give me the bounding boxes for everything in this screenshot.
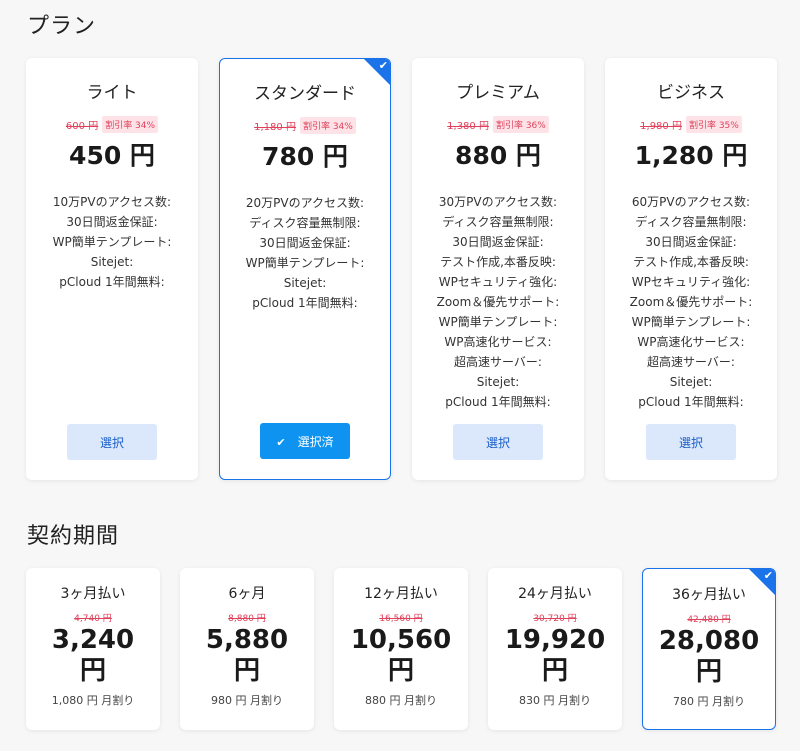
term-card-6-months[interactable]: 6ヶ月 8,880 円 5,880 円 980 円 月割り <box>180 568 314 730</box>
term-card-36-months[interactable]: ✔ 36ヶ月払い 42,480 円 28,080 円 780 円 月割り <box>642 568 776 730</box>
plan-price: 1,280 円 <box>634 141 748 170</box>
monthly-price: 780 円 月割り <box>673 695 745 708</box>
term-price: 3,240 <box>51 625 135 655</box>
feature-item: WP簡単テンプレート: <box>52 235 172 249</box>
feature-list: 60万PVのアクセス数: ディスク容量無制限: 30日間返金保証: テスト作成,… <box>605 192 777 412</box>
feature-item: 超高速サーバー: <box>454 355 542 369</box>
feature-item: テスト作成,本番反映: <box>633 255 749 269</box>
old-price: 42,480 円 <box>687 615 731 625</box>
old-price: 1,180 円 <box>254 121 296 133</box>
term-section-title: 契約期間 <box>27 524 120 549</box>
discount-badge: 割引率 36% <box>492 115 549 133</box>
monthly-price: 830 円 月割り <box>519 694 591 707</box>
yen-unit: 円 <box>79 656 106 686</box>
feature-item: WP高速化サービス: <box>637 335 745 349</box>
feature-item: Sitejet: <box>669 375 713 389</box>
term-name: 12ヶ月払い <box>364 586 438 602</box>
old-price: 16,560 円 <box>379 614 423 624</box>
select-button[interactable]: 選択 <box>67 424 157 460</box>
plan-card-standard[interactable]: ✔ スタンダード 1,180 円 割引率 34% 780 円 20万PVのアクセ… <box>219 58 391 480</box>
feature-item: ディスク容量無制限: <box>635 215 747 229</box>
feature-item: pCloud 1年間無料: <box>638 395 744 409</box>
old-price: 1,380 円 <box>447 120 489 132</box>
term-card-12-months[interactable]: 12ヶ月払い 16,560 円 10,560 円 880 円 月割り <box>334 568 468 730</box>
old-price: 1,980 円 <box>640 120 682 132</box>
term-price: 5,880 <box>205 625 289 655</box>
discount-badge: 割引率 34% <box>102 115 159 133</box>
feature-item: 20万PVのアクセス数: <box>245 196 365 210</box>
plan-card-business[interactable]: ビジネス 1,980 円 割引率 35% 1,280 円 60万PVのアクセス数… <box>605 58 777 480</box>
feature-item: WP高速化サービス: <box>444 335 552 349</box>
plan-card-premium[interactable]: プレミアム 1,380 円 割引率 36% 880 円 30万PVのアクセス数:… <box>412 58 584 480</box>
feature-item: テスト作成,本番反映: <box>440 255 556 269</box>
feature-item: WP簡単テンプレート: <box>438 315 558 329</box>
feature-item: 30日間返金保証: <box>66 215 158 229</box>
yen-unit: 円 <box>541 656 568 686</box>
feature-item: ディスク容量無制限: <box>249 216 361 230</box>
check-icon: ✔ <box>763 569 773 582</box>
plan-price: 880 円 <box>455 141 541 170</box>
feature-item: pCloud 1年間無料: <box>445 395 551 409</box>
discount-badge: 割引率 34% <box>299 116 356 134</box>
term-name: 6ヶ月 <box>228 586 266 602</box>
feature-item: 超高速サーバー: <box>647 355 735 369</box>
button-label: 選択済 <box>297 434 334 449</box>
feature-list: 10万PVのアクセス数: 30日間返金保証: WP簡単テンプレート: Sitej… <box>26 192 198 292</box>
yen-unit: 円 <box>233 656 260 686</box>
feature-item: WP簡単テンプレート: <box>631 315 751 329</box>
old-price: 600 円 <box>65 120 99 132</box>
discount-badge: 割引率 35% <box>685 115 742 133</box>
monthly-price: 880 円 月割り <box>365 694 437 707</box>
plan-price: 780 円 <box>262 142 348 171</box>
feature-item: Sitejet: <box>90 255 134 269</box>
yen-unit: 円 <box>387 656 414 686</box>
term-price: 10,560 <box>350 625 452 655</box>
feature-item: 30万PVのアクセス数: <box>438 195 558 209</box>
feature-item: 30日間返金保証: <box>452 235 544 249</box>
price-row: 1,180 円 割引率 34% <box>220 116 390 134</box>
price-row: 1,980 円 割引率 35% <box>605 115 777 133</box>
feature-item: WPセキュリティ強化: <box>631 275 751 289</box>
plan-name: ビジネス <box>657 83 725 103</box>
plans-section-title: プラン <box>27 14 97 39</box>
term-name: 3ヶ月払い <box>60 586 126 602</box>
check-icon: ✔ <box>378 59 388 72</box>
plan-name: ライト <box>86 83 138 103</box>
feature-list: 20万PVのアクセス数: ディスク容量無制限: 30日間返金保証: WP簡単テン… <box>220 193 390 313</box>
monthly-price: 980 円 月割り <box>211 694 283 707</box>
price-row: 600 円 割引率 34% <box>26 115 198 133</box>
price-row: 1,380 円 割引率 36% <box>412 115 584 133</box>
feature-item: Sitejet: <box>283 276 327 290</box>
old-price: 4,740 円 <box>74 614 112 624</box>
feature-item: WPセキュリティ強化: <box>438 275 558 289</box>
feature-item: 30日間返金保証: <box>259 236 351 250</box>
select-button[interactable]: 選択 <box>453 424 543 460</box>
feature-item: Zoom＆優先サポート: <box>629 295 753 309</box>
plan-price: 450 円 <box>69 141 155 170</box>
feature-item: WP簡単テンプレート: <box>245 256 365 270</box>
plan-card-lite[interactable]: ライト 600 円 割引率 34% 450 円 10万PVのアクセス数: 30日… <box>26 58 198 480</box>
feature-item: 30日間返金保証: <box>645 235 737 249</box>
feature-item: Sitejet: <box>476 375 520 389</box>
feature-item: pCloud 1年間無料: <box>252 296 358 310</box>
feature-item: Zoom＆優先サポート: <box>436 295 560 309</box>
feature-item: 10万PVのアクセス数: <box>52 195 172 209</box>
feature-item: ディスク容量無制限: <box>442 215 554 229</box>
monthly-price: 1,080 円 月割り <box>51 694 135 707</box>
old-price: 8,880 円 <box>228 614 266 624</box>
selected-button[interactable]: ✔ 選択済 <box>260 423 350 459</box>
plan-name: プレミアム <box>456 83 540 103</box>
term-card-3-months[interactable]: 3ヶ月払い 4,740 円 3,240 円 1,080 円 月割り <box>26 568 160 730</box>
term-card-24-months[interactable]: 24ヶ月払い 30,720 円 19,920 円 830 円 月割り <box>488 568 622 730</box>
feature-list: 30万PVのアクセス数: ディスク容量無制限: 30日間返金保証: テスト作成,… <box>412 192 584 412</box>
old-price: 30,720 円 <box>533 614 577 624</box>
select-button[interactable]: 選択 <box>646 424 736 460</box>
yen-unit: 円 <box>695 657 722 687</box>
term-price: 28,080 <box>658 626 760 656</box>
check-icon: ✔ <box>276 435 286 449</box>
feature-item: pCloud 1年間無料: <box>59 275 165 289</box>
feature-item: 60万PVのアクセス数: <box>631 195 751 209</box>
term-name: 24ヶ月払い <box>518 586 592 602</box>
term-price: 19,920 <box>504 625 606 655</box>
